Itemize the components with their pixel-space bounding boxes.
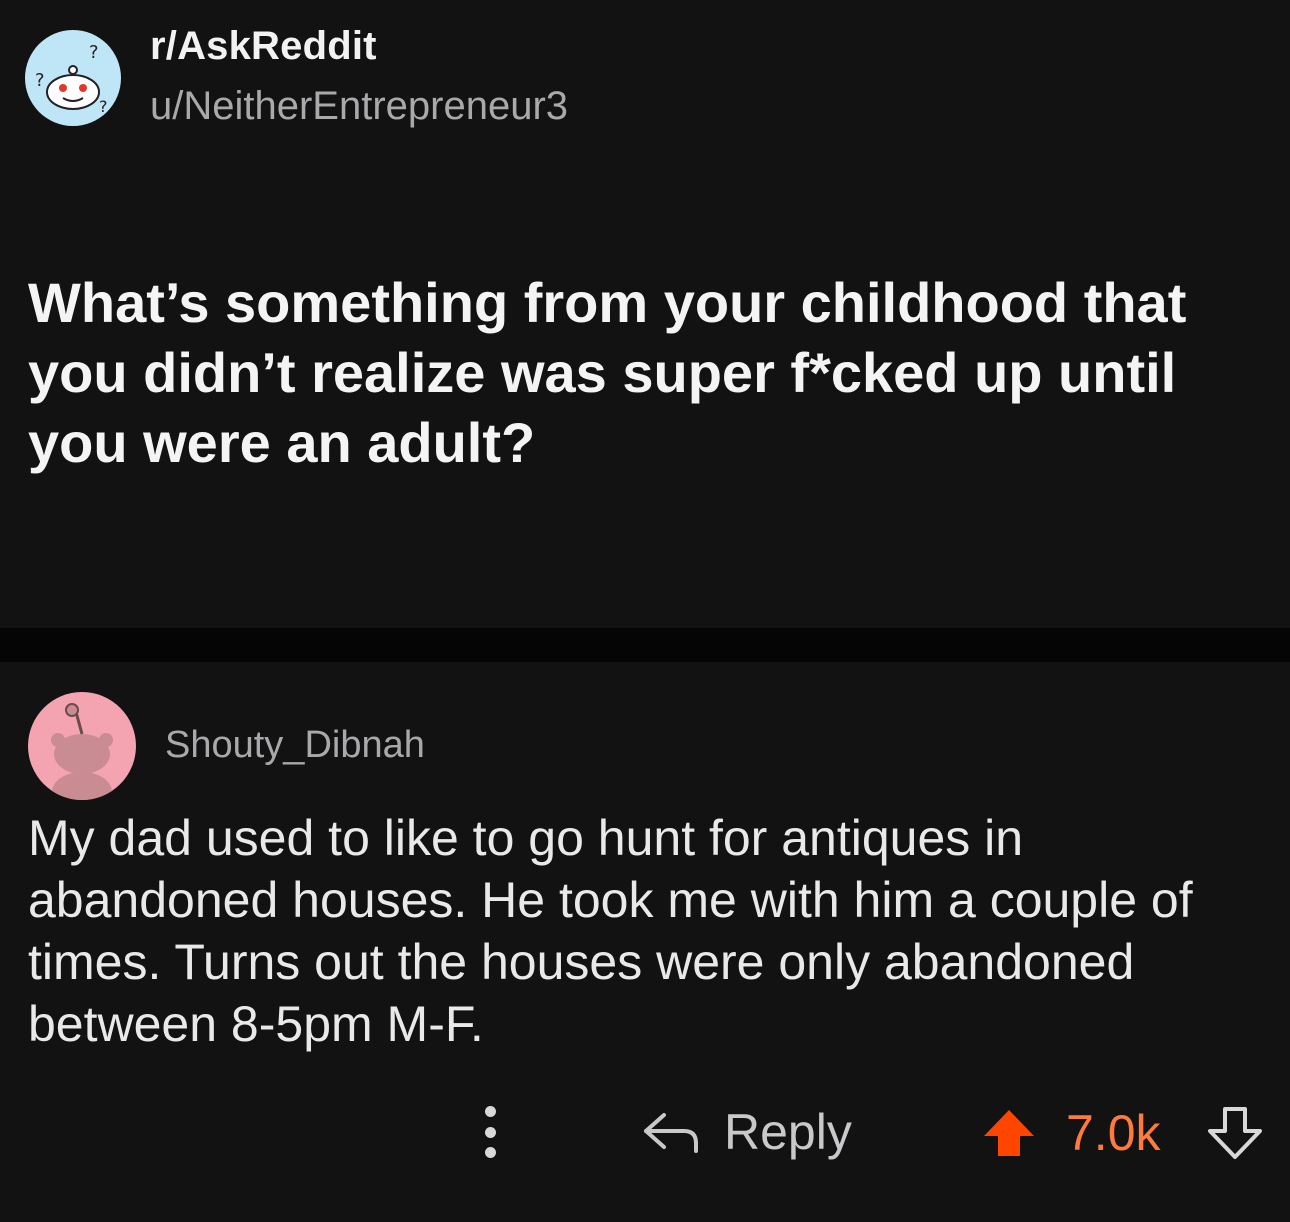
reply-button[interactable]: Reply xyxy=(640,1100,852,1164)
upvote-arrow-icon[interactable] xyxy=(982,1108,1036,1158)
downvote-arrow-icon[interactable] xyxy=(1206,1106,1264,1160)
post-author[interactable]: u/NeitherEntrepreneur3 xyxy=(150,84,568,129)
subreddit-name[interactable]: r/AskReddit xyxy=(150,24,377,69)
reply-label: Reply xyxy=(724,1104,852,1160)
svg-text:?: ? xyxy=(99,97,108,116)
reply-arrow-icon xyxy=(644,1113,698,1153)
post-title[interactable]: What’s something from your childhood tha… xyxy=(28,268,1268,478)
comment-actions: Reply 7.0k xyxy=(0,1082,1290,1182)
divider xyxy=(0,628,1290,662)
vertical-ellipsis-icon[interactable] xyxy=(470,1102,510,1162)
svg-text:?: ? xyxy=(35,70,45,91)
post-card: ? ? ? r/AskReddit u/NeitherEntrepreneur3… xyxy=(0,0,1290,628)
snoo-avatar-icon[interactable] xyxy=(28,692,136,800)
askreddit-snoo-icon[interactable]: ? ? ? xyxy=(25,30,121,126)
comment-body: My dad used to like to go hunt for antiq… xyxy=(28,810,1193,1052)
comment-card: Shouty_Dibnah My dad used to like to go … xyxy=(0,662,1290,1222)
comment-author[interactable]: Shouty_Dibnah xyxy=(165,724,425,767)
svg-text:?: ? xyxy=(89,42,99,63)
vote-score: 7.0k xyxy=(1066,1105,1161,1161)
